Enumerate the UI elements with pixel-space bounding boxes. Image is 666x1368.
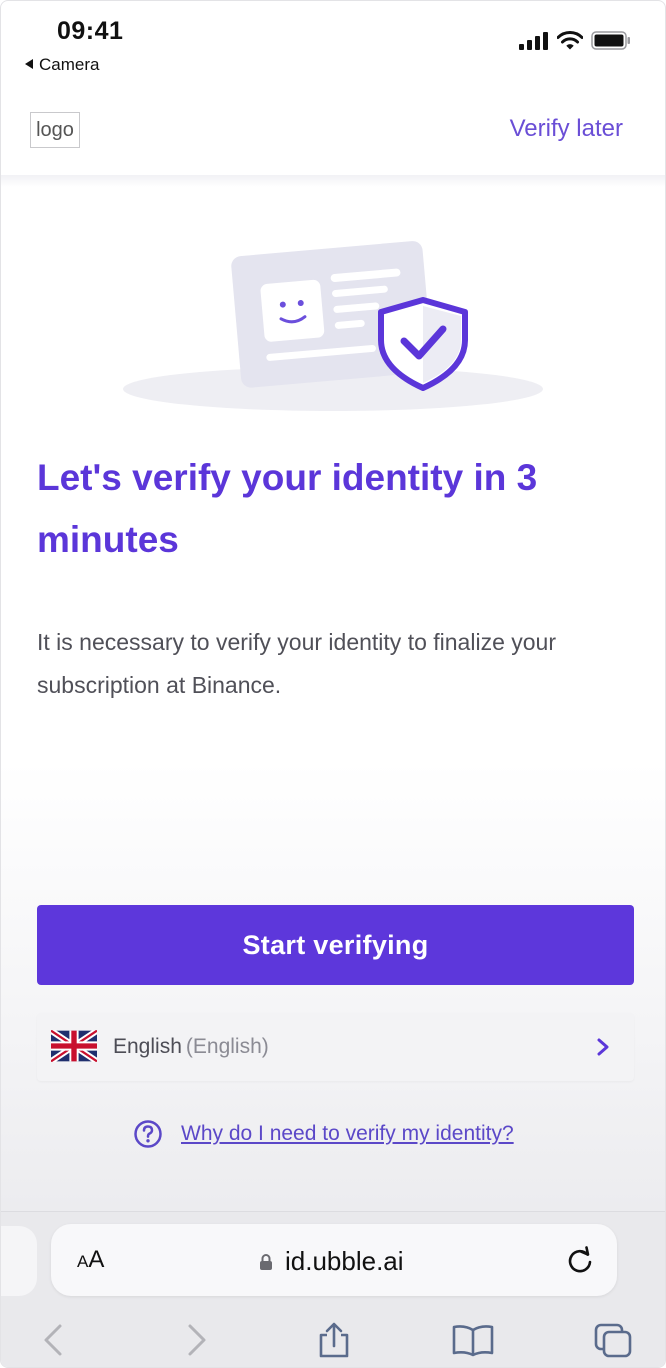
- status-icons: [519, 31, 631, 50]
- page-description: It is necessary to verify your identity …: [37, 629, 556, 698]
- url-display[interactable]: id.ubble.ai: [259, 1246, 404, 1277]
- id-photo: [260, 279, 325, 342]
- battery-icon: [591, 31, 630, 50]
- status-time: 09:41: [57, 17, 124, 45]
- header-divider: [1, 175, 665, 187]
- reload-icon[interactable]: [565, 1244, 595, 1276]
- uk-flag-icon: [51, 1030, 97, 1062]
- wifi-icon: [557, 31, 583, 50]
- why-verify-link[interactable]: Why do I need to verify my identity?: [181, 1122, 514, 1146]
- language-native-name: (English): [185, 1035, 269, 1058]
- app-header: logo Verify later: [1, 101, 665, 177]
- back-label: Camera: [39, 55, 100, 74]
- start-verifying-button[interactable]: Start verifying: [37, 905, 634, 985]
- forward-icon[interactable]: [185, 1322, 209, 1358]
- back-icon[interactable]: [41, 1322, 65, 1358]
- back-arrow-icon: [25, 59, 33, 69]
- language-label: English (English): [113, 1035, 269, 1059]
- page-title: Let's verify your identity in 3 minutes: [37, 457, 538, 560]
- id-card-shield-illustration: [123, 241, 543, 411]
- url-text: id.ubble.ai: [285, 1246, 404, 1276]
- logo-placeholder: logo: [30, 112, 80, 148]
- cellular-signal-icon: [519, 31, 548, 50]
- address-bar[interactable]: AA id.ubble.ai: [51, 1224, 617, 1296]
- language-name: English: [113, 1035, 182, 1058]
- previous-tab-preview[interactable]: [1, 1226, 37, 1296]
- chevron-right-icon: [597, 1038, 609, 1056]
- back-to-camera-link[interactable]: Camera: [25, 55, 99, 75]
- bookmarks-icon[interactable]: [451, 1322, 495, 1358]
- lock-icon: [260, 1253, 272, 1270]
- phone-screen: 09:41 Camera logo Verify later Let's ver…: [0, 0, 666, 1368]
- help-row[interactable]: Why do I need to verify my identity?: [133, 1119, 514, 1149]
- reader-settings-button[interactable]: AA: [77, 1246, 104, 1274]
- language-selector[interactable]: English (English): [37, 1013, 634, 1081]
- verify-later-link[interactable]: Verify later: [510, 115, 623, 143]
- question-circle-icon: [134, 1120, 162, 1148]
- tabs-icon[interactable]: [593, 1322, 633, 1358]
- browser-toolbar: AA id.ubble.ai: [1, 1211, 665, 1367]
- share-icon[interactable]: [315, 1322, 353, 1358]
